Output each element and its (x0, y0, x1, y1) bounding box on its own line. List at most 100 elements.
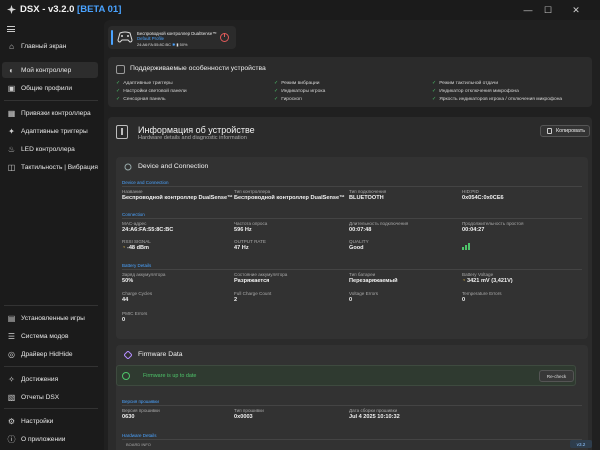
divider (4, 408, 98, 409)
check-icon: ✓ (116, 80, 121, 86)
group-title: Hardware Details (122, 433, 157, 438)
field-label: MAC-адрес (122, 221, 147, 226)
sidebar-item-haptics[interactable]: ◫ Тактильность | Вибрация (2, 159, 98, 175)
sidebar-item-led[interactable]: ♨ LED контроллера (2, 141, 98, 157)
recheck-button[interactable]: Re-check (539, 370, 574, 382)
controller-profile: Default Profile (137, 36, 164, 41)
sidebar-item-label: Главный экран (21, 42, 67, 50)
sidebar-item-reports[interactable]: ▧ Отчеты DSX (2, 389, 98, 405)
field-value: Перезаряжаемый (349, 278, 398, 284)
sidebar-item-label: Общие профили (21, 84, 73, 92)
check-icon: ✓ (274, 80, 279, 86)
version-badge: v3.2 (570, 440, 592, 448)
sidebar-item-adaptive-triggers[interactable]: ✦ Адаптивные триггеры (2, 123, 98, 139)
games-icon: ▤ (7, 313, 16, 323)
field-value: Jul 4 2025 10:10:32 (349, 414, 400, 420)
field-label: Версия прошивки (122, 408, 160, 413)
field-value: 0630 (122, 414, 135, 420)
sidebar-item-label: Мой контроллер (21, 66, 72, 74)
triggers-icon: ✦ (8, 126, 15, 136)
field-value: 0 (349, 297, 353, 303)
field-value: 0 (122, 317, 126, 323)
device-icon (124, 163, 132, 171)
sidebar-item-profiles[interactable]: ▣ Общие профили (2, 80, 98, 96)
home-icon: ⌂ (9, 41, 14, 51)
minimize-button[interactable]: — (518, 0, 538, 20)
close-button[interactable]: ✕ (566, 0, 586, 20)
profiles-icon: ▣ (7, 83, 16, 93)
led-icon: ♨ (7, 144, 16, 154)
reports-icon: ▧ (7, 392, 16, 402)
mods-icon: ☰ (7, 331, 16, 341)
sidebar-item-hidhide[interactable]: ◎ Драйвер HidHide (2, 346, 98, 362)
field-label: QUALITY (349, 239, 369, 244)
voltage-warning-icon: ◔ (462, 278, 466, 284)
field-label: Дата сборки прошивки (349, 408, 398, 413)
sidebar-item-label: Настройки (21, 417, 54, 425)
field-value: 24:A6:FA:55:8C:BC (122, 227, 174, 233)
feature-item: ✓ Сенсорная панель (116, 96, 166, 102)
hamburger-menu-icon[interactable] (7, 26, 15, 32)
field-label: Название (122, 189, 143, 194)
check-icon: ✓ (116, 96, 121, 102)
sidebar-item-label: О приложении (21, 435, 66, 443)
beta-tag: [BETA 01] (77, 4, 122, 15)
copy-button[interactable]: Копировать (540, 125, 590, 137)
field-label: Full Charge Count (234, 291, 272, 296)
feature-item: ✓ Индикаторы игрока (274, 88, 326, 94)
check-icon: ✓ (116, 88, 121, 94)
sidebar-item-mods[interactable]: ☰ Система модов (2, 328, 98, 344)
group-title: Версия прошивки (122, 399, 159, 404)
device-info-icon (116, 125, 128, 139)
sidebar-item-bindings[interactable]: ▦ Привязки контроллера (2, 105, 98, 121)
field-value: 0x054C:0x0CE6 (462, 195, 504, 201)
sidebar-item-my-controller[interactable]: ◐ Мой контроллер (2, 62, 98, 78)
sidebar-item-about[interactable]: ⓘ О приложении (2, 431, 98, 447)
dsx-logo-icon (7, 5, 16, 14)
power-icon[interactable] (220, 33, 229, 42)
firmware-status-banner: Firmware is up to date Re-check (116, 365, 576, 386)
sidebar-item-home[interactable]: ⌂ Главный экран (2, 38, 98, 54)
field-label: HID:PID (462, 189, 479, 194)
field-value: Беспроводной контроллер DualSense™ (122, 195, 233, 201)
field-value: BLUETOOTH (349, 195, 384, 201)
firmware-title: Firmware Data (138, 351, 183, 358)
group-title: Device and Connection (122, 180, 169, 185)
check-icon: ✓ (274, 96, 279, 102)
field-value: Разряжается (234, 278, 270, 284)
field-label: Продолжительность простоя (462, 221, 524, 226)
feature-item: ✓ Яркость индикаторов игрока / отключения… (432, 96, 563, 102)
sidebar-item-installed-games[interactable]: ▤ Установленные игры (2, 310, 98, 326)
field-value: 2 (234, 297, 238, 303)
sidebar-item-label: Драйвер HidHide (21, 350, 73, 358)
maximize-button[interactable]: ☐ (538, 0, 558, 20)
check-icon: ✓ (432, 96, 437, 102)
feature-item: ✓ Настройки световой панели (116, 88, 187, 94)
battery-icon: ▮ (176, 41, 179, 47)
feature-item: ✓ Гироскоп (274, 96, 302, 102)
sidebar-item-label: LED контроллера (21, 145, 75, 153)
feature-item: ✓ Индикатор отключения микрофона (432, 88, 519, 94)
field-label: Состояние аккумулятора (234, 272, 288, 277)
field-label: Charge Cycles (122, 291, 153, 296)
haptics-icon: ◫ (7, 162, 16, 172)
controller-status-card[interactable]: Беспроводной контроллер DualSense™ Defau… (108, 26, 236, 49)
divider (122, 269, 582, 270)
field-label: Voltage Errors (349, 291, 379, 296)
field-value: 596 Hz (234, 227, 252, 233)
firmware-status-text: Firmware is up to date (143, 373, 197, 379)
title-bar: DSX - v3.2.0 [BETA 01] — ☐ ✕ (0, 0, 600, 20)
sidebar-item-settings[interactable]: ⚙ Настройки (2, 413, 98, 429)
field-value: 0 (462, 297, 466, 303)
check-circle-icon (122, 372, 130, 380)
field-value: 00:04:27 (462, 227, 485, 233)
feature-item: ✓ Адаптивные триггеры (116, 80, 173, 86)
divider (122, 439, 582, 440)
features-title: Поддерживаемые особенности устройства (130, 65, 266, 72)
field-value: 00:07:48 (349, 227, 372, 233)
field-label: Тип прошивки (234, 408, 264, 413)
firmware-icon (124, 351, 132, 359)
sidebar-item-label: Система модов (21, 332, 69, 340)
field-label: Тип контроллера (234, 189, 271, 194)
sidebar-item-achievements[interactable]: ✧ Достижения (2, 371, 98, 387)
